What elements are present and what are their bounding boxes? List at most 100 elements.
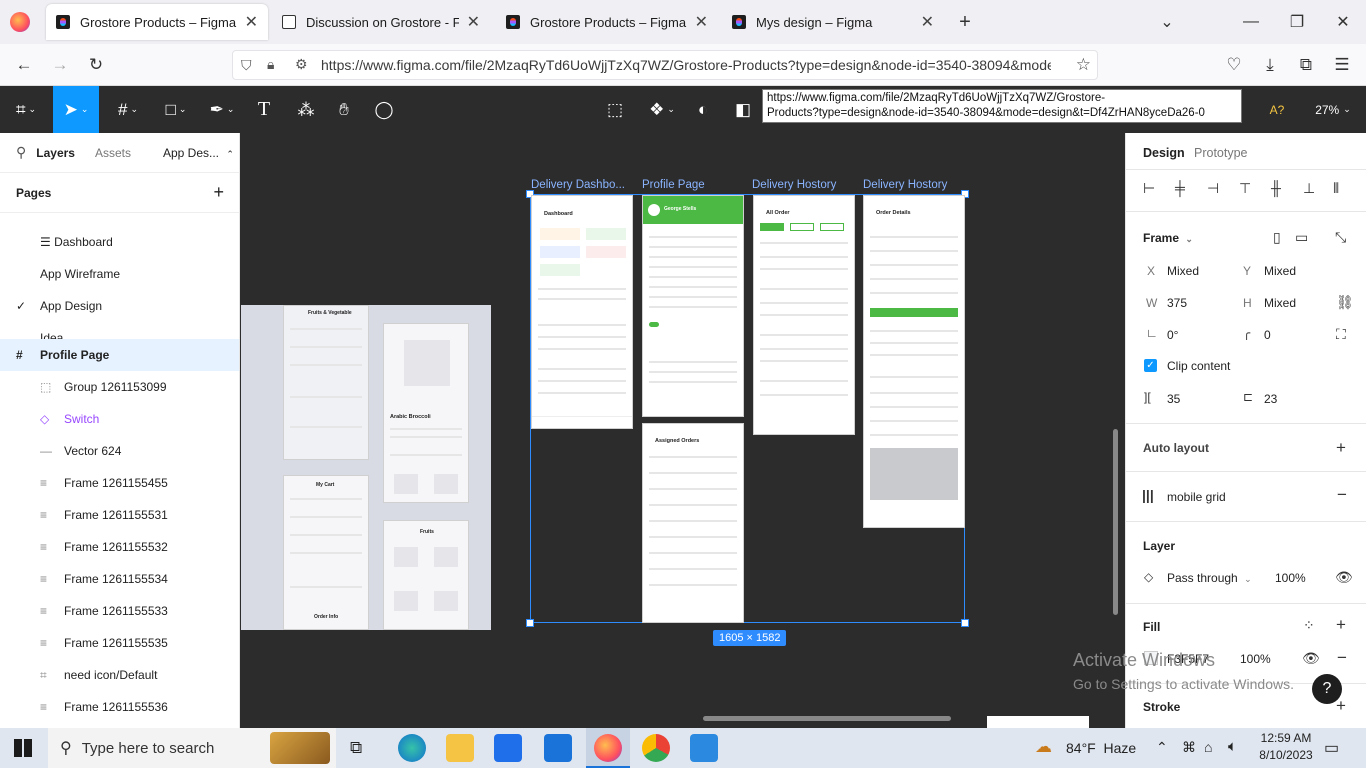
layer-item[interactable]: ≡ Frame 1261155532 <box>0 531 239 563</box>
landscape-icon[interactable]: ▭ <box>1295 229 1308 246</box>
resize-handle[interactable] <box>526 619 534 627</box>
layer-item-profile-page[interactable]: # Profile Page <box>0 339 239 371</box>
frame-tool-icon[interactable]: # ⌄ <box>108 86 148 133</box>
vertical-scrollbar[interactable] <box>1113 429 1118 615</box>
permissions-icon[interactable]: ⚙ <box>295 56 308 73</box>
list-tabs-icon[interactable]: ⌄ <box>1152 8 1182 36</box>
fill-visibility-eye-icon[interactable]: 👁︎ <box>1302 650 1320 667</box>
align-vertical-center-icon[interactable]: ╫ <box>1271 180 1281 196</box>
phone-screen-all-order[interactable]: All Order <box>753 195 855 435</box>
phone-screen-product[interactable]: Arabic Broccoli <box>383 323 469 503</box>
eye-icon[interactable]: 👁︎ <box>1335 569 1353 586</box>
layer-opacity-input[interactable]: 100% <box>1275 571 1306 585</box>
add-auto-layout-icon[interactable]: + <box>1336 438 1346 458</box>
layer-item[interactable]: ≡ Frame 1261155536 <box>0 691 239 723</box>
layer-item[interactable]: ≡ Frame 1261155455 <box>0 467 239 499</box>
file-explorer-icon[interactable] <box>446 734 474 762</box>
pocket-icon[interactable]: ♡ <box>1220 52 1248 78</box>
help-button[interactable]: ? <box>1312 674 1342 704</box>
text-tool-icon[interactable]: T <box>248 86 280 133</box>
pen-tool-icon[interactable]: ✒ ⌄ <box>202 86 242 133</box>
phone-screen-fruits-list[interactable]: Fruits <box>383 520 469 630</box>
vertical-padding-input[interactable]: 23 <box>1264 392 1277 406</box>
remove-grid-icon[interactable]: − <box>1337 485 1347 505</box>
layer-item[interactable]: ≡ Frame 1261155534 <box>0 563 239 595</box>
phone-screen-profile[interactable]: George Stells <box>642 195 744 417</box>
boolean-icon[interactable]: ◧ <box>728 86 758 133</box>
independent-corners-icon[interactable]: ⛶ <box>1336 326 1346 343</box>
shield-icon[interactable]: ⛉ <box>241 57 252 74</box>
align-horizontal-center-icon[interactable]: ╪ <box>1175 180 1185 196</box>
resources-tool-icon[interactable]: ⁂ <box>290 86 322 133</box>
corner-radius-input[interactable]: 0 <box>1264 328 1271 342</box>
search-layers-icon[interactable]: ⚲ <box>16 144 26 161</box>
phone-screen-assigned-orders[interactable]: Assigned Orders <box>642 423 744 623</box>
style-grid-icon[interactable]: ⁘ <box>1303 617 1315 634</box>
move-tool-icon[interactable]: ➤ ⌄ <box>53 86 99 133</box>
component-icon[interactable]: ❖ ⌄ <box>642 86 682 133</box>
contrast-icon[interactable]: ◐ <box>688 86 718 133</box>
layer-item[interactable]: ≡ Frame 1261155535 <box>0 627 239 659</box>
frame-label[interactable]: Delivery Hostory <box>752 179 836 191</box>
close-tab-icon[interactable]: ✕ <box>695 12 708 32</box>
chrome-icon[interactable] <box>642 734 670 762</box>
back-arrow-icon[interactable]: ← <box>10 52 38 78</box>
figma-main-menu-icon[interactable]: ⌗ ⌄ <box>6 86 46 133</box>
meet-now-icon[interactable]: ⌘ <box>1182 739 1196 756</box>
layer-item[interactable]: ≡ Frame 1261155531 <box>0 499 239 531</box>
align-bottom-icon[interactable]: ⊥ <box>1303 180 1315 197</box>
close-tab-icon[interactable]: ✕ <box>245 12 258 32</box>
portrait-icon[interactable]: ▯ <box>1273 229 1281 246</box>
lock-icon[interactable]: 🔒︎ <box>267 56 274 73</box>
add-page-icon[interactable]: + <box>213 182 224 203</box>
layer-item[interactable]: ◇ Switch <box>0 403 239 435</box>
page-item-app-wireframe[interactable]: App Wireframe <box>0 258 239 290</box>
frame-label[interactable]: Delivery Dashbo... <box>531 179 625 191</box>
layer-item[interactable]: — Vector 624 <box>0 435 239 467</box>
tab-layers[interactable]: Layers <box>36 146 75 160</box>
tab-mys-design[interactable]: Mys design – Figma ✕ <box>722 4 944 40</box>
frame-fragment[interactable] <box>987 716 1089 728</box>
bookmark-star-icon[interactable]: ☆ <box>1076 55 1091 75</box>
clock-date[interactable]: 8/10/2023 <box>1256 748 1316 762</box>
weather-text[interactable]: 84°F Haze <box>1066 740 1136 756</box>
horizontal-scrollbar[interactable] <box>703 716 951 721</box>
close-tab-icon[interactable]: ✕ <box>467 12 480 32</box>
distribute-icon[interactable]: ⦀ <box>1333 180 1339 197</box>
figma-canvas[interactable]: Fruits & Vegetable Arabic Broccoli My Ca… <box>241 133 1125 728</box>
remove-fill-icon[interactable]: − <box>1337 648 1347 668</box>
windows-start-icon[interactable] <box>14 739 32 757</box>
mail-icon[interactable] <box>544 734 572 762</box>
constrain-proportions-icon[interactable]: ⛓ <box>1336 294 1354 311</box>
hand-tool-icon[interactable]: ✋︎ <box>328 86 360 133</box>
align-right-icon[interactable]: ⊣ <box>1207 180 1219 197</box>
fill-opacity-input[interactable]: 100% <box>1240 652 1271 666</box>
rotation-input[interactable]: 0° <box>1167 328 1178 342</box>
downloads-icon[interactable]: ⤓ <box>1256 52 1284 78</box>
tab-discussion[interactable]: Discussion on Grostore - Food & ... ✕ <box>272 4 490 40</box>
show-hidden-icons-chevron[interactable]: ⌃ <box>1156 739 1168 756</box>
layout-grid-name[interactable]: mobile grid <box>1167 490 1226 504</box>
horizontal-padding-input[interactable]: 35 <box>1167 392 1180 406</box>
resize-handle[interactable] <box>961 619 969 627</box>
extensions-icon[interactable]: ⧉ <box>1292 52 1320 78</box>
restore-window-button[interactable]: ❐ <box>1282 8 1312 36</box>
frame-label[interactable]: Delivery Hostory <box>863 179 947 191</box>
shape-tool-icon[interactable]: □ ⌄ <box>156 86 196 133</box>
url-text[interactable]: https://www.figma.com/file/2MzaqRyTd6UoW… <box>321 57 1051 73</box>
tab-prototype[interactable]: Prototype <box>1194 146 1248 160</box>
phone-screen-cart[interactable]: My Cart Order Info <box>283 475 369 630</box>
layer-item[interactable]: ⬚ Group 1261153099 <box>0 371 239 403</box>
phone-screen-dashboard[interactable]: Dashboard <box>531 195 633 429</box>
task-view-icon[interactable]: ⧉ <box>350 738 362 758</box>
microsoft-store-icon[interactable] <box>494 734 522 762</box>
h-input[interactable]: Mixed <box>1264 296 1296 310</box>
comment-tool-icon[interactable]: ◯ <box>368 86 400 133</box>
resize-to-fit-icon[interactable]: ⤡ <box>1335 229 1346 246</box>
tab-grostore-products-2[interactable]: Grostore Products – Figma ✕ <box>496 4 718 40</box>
tab-assets[interactable]: Assets <box>95 146 131 160</box>
volume-icon[interactable]: 🔈︎ <box>1228 738 1237 755</box>
blend-mode-dropdown[interactable]: Pass through ⌄ <box>1167 571 1252 585</box>
minimize-window-button[interactable]: — <box>1236 8 1266 36</box>
tab-grostore-products[interactable]: Grostore Products – Figma ✕ <box>46 4 268 40</box>
